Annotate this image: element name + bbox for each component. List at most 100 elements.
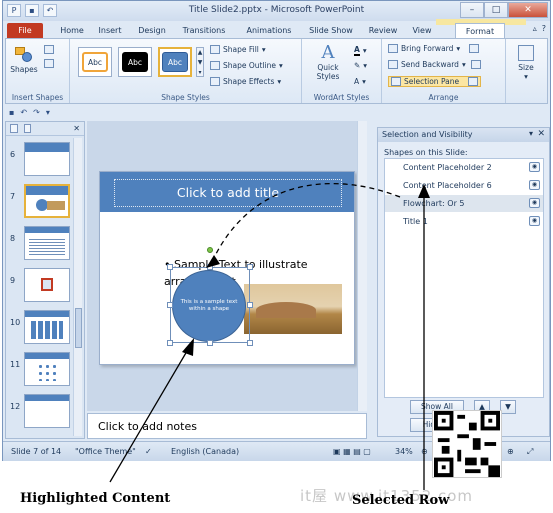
language-label[interactable]: English (Canada) bbox=[171, 447, 239, 456]
selection-pane-title: Selection and Visibility bbox=[382, 130, 473, 139]
thumbnail-slide-11[interactable]: 11 bbox=[10, 352, 74, 390]
tab-file[interactable]: File bbox=[7, 23, 43, 39]
tab-format[interactable]: Format bbox=[455, 23, 505, 39]
close-button[interactable]: ✕ bbox=[508, 2, 548, 18]
maximize-button[interactable]: □ bbox=[484, 2, 508, 18]
list-item[interactable]: Content Placeholder 2 ◉ bbox=[385, 159, 543, 176]
slide-title-band: Click to add title bbox=[100, 172, 354, 212]
style-preset-3[interactable]: Abc bbox=[158, 47, 192, 77]
title-placeholder[interactable]: Click to add title bbox=[114, 179, 342, 207]
close-icon[interactable]: ✕ bbox=[537, 129, 545, 139]
thumbnail-slide-6[interactable]: 6 bbox=[10, 142, 74, 180]
insert-shapes-group-label: Insert Shapes bbox=[11, 93, 64, 102]
zoom-in-icon[interactable]: ⊕ bbox=[507, 447, 514, 456]
tab-transitions[interactable]: Transitions bbox=[177, 23, 231, 39]
slides-tab-icon[interactable] bbox=[10, 124, 18, 133]
zoom-out-icon[interactable]: ⊖ bbox=[421, 447, 428, 456]
resize-handle[interactable] bbox=[167, 302, 173, 308]
thumbnails-scrollbar[interactable] bbox=[73, 138, 82, 436]
text-box-icon[interactable] bbox=[44, 59, 54, 68]
list-item[interactable]: Content Placeholder 6 ◉ bbox=[385, 177, 543, 194]
spellcheck-icon[interactable]: ✓ bbox=[145, 447, 152, 456]
align-icon[interactable] bbox=[469, 44, 480, 53]
shapes-button[interactable]: Shapes bbox=[10, 45, 38, 74]
group-objects-icon[interactable] bbox=[470, 60, 481, 69]
slide-scrollbar[interactable] bbox=[357, 121, 367, 411]
tab-animations[interactable]: Animations bbox=[241, 23, 297, 39]
tab-slide-show[interactable]: Slide Show bbox=[305, 23, 357, 39]
resize-handle[interactable] bbox=[207, 264, 213, 270]
style-preset-1[interactable]: Abc bbox=[78, 47, 112, 77]
eye-icon[interactable]: ◉ bbox=[529, 180, 540, 190]
selection-pane-button[interactable]: Selection Pane bbox=[388, 76, 482, 87]
thumbnails-header: ✕ bbox=[6, 122, 84, 136]
group-arrange: Bring Forward ▾ Send Backward ▾ Selection … bbox=[382, 39, 506, 103]
thumbnail-image bbox=[24, 268, 70, 302]
quick-styles-button[interactable]: A Quick Styles bbox=[308, 43, 348, 82]
view-buttons[interactable]: ▣ ▦ ▤ ▢ bbox=[333, 447, 371, 456]
landscape-picture[interactable] bbox=[244, 284, 342, 334]
bring-forward-button[interactable]: Bring Forward ▾ bbox=[388, 44, 480, 53]
tab-view[interactable]: View bbox=[407, 23, 437, 39]
customize-qat-icon[interactable]: ▾ bbox=[46, 108, 50, 117]
thumbnail-slide-12[interactable]: 12 bbox=[10, 394, 74, 432]
edit-shape-icon[interactable] bbox=[44, 45, 54, 54]
eye-icon[interactable]: ◉ bbox=[529, 216, 540, 226]
shape-fill-button[interactable]: Shape Fill ▾ bbox=[210, 45, 266, 54]
tab-insert[interactable]: Insert bbox=[93, 23, 127, 39]
resize-handle[interactable] bbox=[167, 340, 173, 346]
ribbon-tabs: File Home Insert Design Transitions Anim… bbox=[3, 19, 550, 39]
text-fill-button[interactable]: A ▾ bbox=[354, 45, 367, 56]
size-button[interactable]: Size ▾ bbox=[510, 45, 542, 81]
close-icon[interactable]: ✕ bbox=[73, 124, 80, 133]
group-insert-shapes: Shapes Insert Shapes bbox=[6, 39, 70, 103]
thumbnail-slide-7[interactable]: 7 bbox=[10, 184, 74, 222]
shapes-label: Shapes bbox=[10, 65, 38, 74]
move-down-button[interactable]: ▼ bbox=[500, 400, 516, 414]
list-item[interactable]: Title 1 ◉ bbox=[385, 213, 543, 230]
outline-tab-icon[interactable] bbox=[23, 124, 32, 133]
tab-design[interactable]: Design bbox=[133, 23, 171, 39]
qr-code-image bbox=[432, 410, 502, 478]
redo-icon[interactable]: ↷ bbox=[33, 108, 40, 117]
resize-handle[interactable] bbox=[207, 340, 213, 346]
undo-icon[interactable]: ↶ bbox=[20, 108, 27, 117]
list-item-selected[interactable]: Flowchart: Or 5 ◉ bbox=[385, 195, 543, 212]
resize-handle[interactable] bbox=[247, 302, 253, 308]
rotation-handle[interactable] bbox=[207, 247, 213, 253]
notes-pane[interactable]: Click to add notes bbox=[87, 413, 367, 439]
thumbnail-number: 12 bbox=[10, 402, 21, 411]
tab-review[interactable]: Review bbox=[365, 23, 401, 39]
scrollbar-thumb[interactable] bbox=[75, 308, 82, 348]
thumbnail-slide-10[interactable]: 10 bbox=[10, 310, 74, 348]
minimize-button[interactable]: – bbox=[460, 2, 484, 18]
text-effects-button[interactable]: A ▾ bbox=[354, 77, 366, 86]
text-effects-icon: A bbox=[354, 77, 360, 86]
bring-forward-label: Bring Forward bbox=[401, 44, 454, 53]
resize-handle[interactable] bbox=[247, 264, 253, 270]
text-outline-button[interactable]: ✎ ▾ bbox=[354, 61, 367, 70]
styles-scroll[interactable]: ▲ ▼ ▾ bbox=[196, 47, 204, 77]
zoom-level[interactable]: 34% bbox=[395, 447, 413, 456]
thumbnail-number: 6 bbox=[10, 150, 16, 159]
tab-home[interactable]: Home bbox=[57, 23, 87, 39]
pane-menu-icon[interactable]: ▾ bbox=[529, 129, 533, 138]
rotate-icon[interactable] bbox=[468, 77, 479, 86]
eye-icon[interactable]: ◉ bbox=[529, 198, 540, 208]
send-backward-label: Send Backward bbox=[401, 60, 459, 69]
send-backward-button[interactable]: Send Backward ▾ bbox=[388, 60, 481, 69]
thumbnail-slide-9[interactable]: 9 bbox=[10, 268, 74, 306]
style-preset-2[interactable]: Abc bbox=[118, 47, 152, 77]
eye-icon[interactable]: ◉ bbox=[529, 162, 540, 172]
save-icon[interactable]: ▪ bbox=[9, 108, 14, 117]
shape-effects-button[interactable]: Shape Effects ▾ bbox=[210, 77, 281, 86]
minimize-ribbon-icon[interactable]: ▵ bbox=[533, 24, 537, 33]
thumbnail-slide-8[interactable]: 8 bbox=[10, 226, 74, 264]
resize-handle[interactable] bbox=[167, 264, 173, 270]
shape-outline-button[interactable]: Shape Outline ▾ bbox=[210, 61, 283, 70]
fit-slide-icon[interactable]: ⤢ bbox=[527, 447, 533, 457]
size-icon bbox=[518, 45, 534, 61]
resize-handle[interactable] bbox=[247, 340, 253, 346]
slide-thumbnails-pane: ✕ 6 7 8 9 10 11 12 bbox=[5, 121, 85, 439]
help-icon[interactable]: ? bbox=[542, 24, 546, 33]
